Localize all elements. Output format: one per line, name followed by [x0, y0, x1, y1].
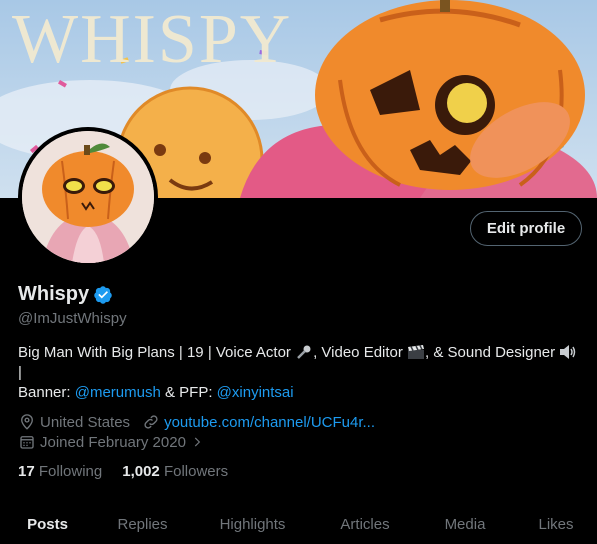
following-label: Following	[38, 463, 103, 480]
pfp-credit-label: & PFP:	[160, 384, 217, 401]
following-count: 17	[18, 463, 35, 480]
tab-posts[interactable]: Posts	[0, 506, 95, 544]
clapperboard-icon	[408, 345, 425, 359]
avatar-image	[22, 131, 154, 263]
following-link[interactable]: 17 Following	[18, 463, 102, 480]
followers-count: 1,002	[122, 463, 160, 480]
follow-stats: 17 Following 1,002 Followers	[18, 463, 228, 480]
profile-name-row: Whispy	[18, 283, 113, 306]
microphone-icon	[297, 345, 311, 359]
bio-text-2: , Video Editor	[313, 344, 408, 361]
pfp-credit-link[interactable]: @xinyintsai	[217, 384, 294, 401]
joined-date[interactable]: Joined February 2020	[18, 433, 204, 451]
location-pin-icon	[21, 414, 33, 430]
user-handle: @ImJustWhispy	[18, 310, 127, 327]
calendar-icon	[20, 436, 34, 449]
bio-text-1: Big Man With Big Plans | 19 | Voice Acto…	[18, 344, 296, 361]
display-name: Whispy	[18, 283, 90, 305]
speaker-icon	[560, 345, 576, 359]
banner-credit-link[interactable]: @merumush	[75, 384, 161, 401]
followers-label: Followers	[163, 463, 229, 480]
tab-replies[interactable]: Replies	[95, 506, 190, 544]
bio-text-3: , & Sound Designer	[425, 344, 560, 361]
location: United States	[18, 413, 130, 431]
website: youtube.com/channel/UCFu4r...	[142, 413, 375, 431]
followers-link[interactable]: 1,002 Followers	[122, 463, 228, 480]
banner-title: WHISPY	[12, 1, 293, 78]
tab-articles[interactable]: Articles	[315, 506, 415, 544]
banner-credit-label: Banner:	[18, 384, 75, 401]
location-text: United States	[40, 413, 131, 431]
tab-likes[interactable]: Likes	[515, 506, 597, 544]
profile-tabs: Posts Replies Highlights Articles Media …	[0, 506, 597, 544]
chevron-right-icon	[194, 437, 201, 447]
link-icon	[144, 415, 158, 429]
tab-media[interactable]: Media	[415, 506, 515, 544]
profile-meta: United States youtube.com/channel/UCFu4r…	[18, 412, 387, 452]
tab-highlights[interactable]: Highlights	[190, 506, 315, 544]
avatar[interactable]	[18, 127, 158, 267]
website-link[interactable]: youtube.com/channel/UCFu4r...	[164, 414, 375, 431]
verified-badge-icon[interactable]	[93, 285, 113, 305]
bio: Big Man With Big Plans | 19 | Voice Acto…	[18, 343, 588, 403]
edit-profile-button[interactable]: Edit profile	[470, 211, 582, 246]
bio-text-line2: |	[18, 364, 22, 381]
joined-text: Joined February 2020	[40, 433, 186, 451]
